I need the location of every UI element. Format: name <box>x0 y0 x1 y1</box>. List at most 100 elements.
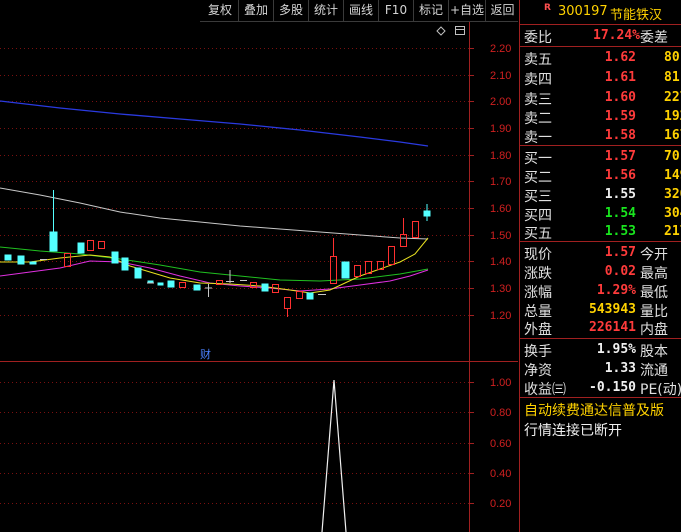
price-tick-label: 1.50 <box>490 230 511 242</box>
sell-5-row[interactable]: 卖五 1.62 80 <box>520 48 681 68</box>
outer-volume-row: 外盘 226141 内盘 <box>520 318 681 338</box>
price-label: 现价 <box>524 247 552 263</box>
candle-down <box>4 190 431 300</box>
f10-button[interactable]: F10 <box>378 0 413 21</box>
divider <box>520 338 681 339</box>
price-tick-label: 1.30 <box>490 283 511 295</box>
indicator-gridlines <box>0 382 469 504</box>
indicator-spike-line <box>321 379 347 532</box>
window-toggle-icon[interactable] <box>455 26 465 35</box>
turnover-label: 换手 <box>524 344 552 360</box>
sell-1-price: 1.58 <box>604 128 636 143</box>
candle-doji <box>40 259 326 297</box>
price-axis-labels: 2.20 2.10 2.00 1.90 1.80 1.70 1.60 1.50 … <box>490 43 511 322</box>
auto-renew-notice[interactable]: 自动续费通达信普及版 <box>524 400 664 420</box>
add-watchlist-button[interactable]: +自选 <box>448 0 485 21</box>
high-label: 最高 <box>640 266 668 282</box>
multi-stock-button[interactable]: 多股 <box>273 0 308 21</box>
sell-4-label: 卖四 <box>524 72 552 88</box>
outer-volume-label: 外盘 <box>524 322 552 338</box>
price-tick-label: 1.90 <box>490 123 511 135</box>
buy-5-price: 1.53 <box>604 224 636 239</box>
price-tick-label: 2.00 <box>490 96 511 108</box>
candlesticks <box>4 190 431 317</box>
quote-panel: R 300197 节能铁汉 委比 17.24% 委差 卖五 1.62 80 卖四… <box>519 0 681 532</box>
weibi-value: 17.24% <box>593 28 640 43</box>
statistics-button[interactable]: 统计 <box>308 0 343 21</box>
buy-1-label: 买一 <box>524 151 552 167</box>
price-tick-label: 1.60 <box>490 203 511 215</box>
change-row: 涨跌 0.02 最高 <box>520 262 681 282</box>
change-label: 涨跌 <box>524 266 552 282</box>
buy-3-row[interactable]: 买三 1.55 320 <box>520 185 681 205</box>
turnover-row: 换手 1.95% 股本 <box>520 340 681 360</box>
indicator-tick-label: 0.60 <box>490 438 511 450</box>
ma-white-line <box>0 187 429 240</box>
stock-header: R 300197 节能铁汉 <box>520 0 681 25</box>
margin-badge: R <box>544 3 551 13</box>
open-label: 今开 <box>640 247 668 263</box>
float-label: 流通 <box>640 363 668 379</box>
buy-1-price: 1.57 <box>604 149 636 164</box>
divider <box>520 241 681 242</box>
stock-name: 节能铁汉 <box>610 8 663 23</box>
divider <box>520 24 681 25</box>
sell-3-row[interactable]: 卖三 1.60 227 <box>520 88 681 108</box>
sell-3-label: 卖三 <box>524 92 552 108</box>
stock-code: 300197 <box>558 4 608 19</box>
buy-1-row[interactable]: 买一 1.57 70 <box>520 147 681 167</box>
buy-3-label: 买三 <box>524 189 552 205</box>
inner-volume-label: 内盘 <box>640 322 668 338</box>
divider <box>520 397 681 398</box>
sell-4-row[interactable]: 卖四 1.61 81 <box>520 68 681 88</box>
net-assets-row: 净资 1.33 流通 <box>520 359 681 379</box>
change-value: 0.02 <box>604 264 636 279</box>
volume-row: 总量 543943 量比 <box>520 300 681 320</box>
sell-2-row[interactable]: 卖二 1.59 192 <box>520 107 681 127</box>
share-capital-label: 股本 <box>640 344 668 360</box>
buy-5-row[interactable]: 买五 1.53 217 <box>520 222 681 242</box>
eps-label: 收益㈢ <box>524 382 566 398</box>
sell-2-volume: 192 <box>664 109 681 124</box>
mark-button[interactable]: 标记 <box>413 0 448 21</box>
finance-marker[interactable]: 财 <box>200 347 211 361</box>
divider <box>520 46 681 47</box>
price-tick-label: 2.10 <box>490 70 511 82</box>
sell-4-volume: 81 <box>664 70 680 85</box>
sell-1-label: 卖一 <box>524 130 552 146</box>
connection-status: 行情连接已断开 <box>524 423 622 439</box>
buy-4-row[interactable]: 买四 1.54 304 <box>520 204 681 224</box>
divider <box>520 145 681 146</box>
price-tick-label: 2.20 <box>490 43 511 55</box>
buy-2-row[interactable]: 买二 1.56 149 <box>520 166 681 186</box>
buy-4-volume: 304 <box>664 206 681 221</box>
weicha-label: 委差 <box>640 30 668 46</box>
eps-value: -0.150 <box>589 380 636 395</box>
draw-line-button[interactable]: 画线 <box>343 0 378 21</box>
kline-chart-area[interactable]: 2.20 2.10 2.00 1.90 1.80 1.70 1.60 1.50 … <box>0 22 518 532</box>
buy-3-volume: 320 <box>664 187 681 202</box>
price-tick-label: 1.20 <box>490 310 511 322</box>
sell-4-price: 1.61 <box>604 70 636 85</box>
turnover-value: 1.95% <box>596 342 636 357</box>
buy-1-volume: 70 <box>664 149 680 164</box>
change-pct-row: 涨幅 1.29% 最低 <box>520 281 681 301</box>
price-value: 1.57 <box>604 245 636 260</box>
chart-toolbar: 复权 叠加 多股 统计 画线 F10 标记 +自选 返回 <box>0 0 518 22</box>
sell-1-volume: 167 <box>664 128 681 143</box>
sell-2-label: 卖二 <box>524 111 552 127</box>
weibi-row: 委比 17.24% 委差 <box>520 26 681 46</box>
volume-value: 543943 <box>589 302 636 317</box>
sell-5-label: 卖五 <box>524 52 552 68</box>
sell-3-price: 1.60 <box>604 90 636 105</box>
diamond-icon[interactable] <box>436 26 446 36</box>
fuquan-button[interactable]: 复权 <box>203 0 237 21</box>
buy-3-price: 1.55 <box>604 187 636 202</box>
buy-2-price: 1.56 <box>604 168 636 183</box>
overlay-button[interactable]: 叠加 <box>238 0 273 21</box>
back-button[interactable]: 返回 <box>485 0 519 21</box>
buy-5-label: 买五 <box>524 226 552 242</box>
buy-4-price: 1.54 <box>604 206 636 221</box>
sell-1-row[interactable]: 卖一 1.58 167 <box>520 126 681 146</box>
outer-volume-value: 226141 <box>589 320 636 335</box>
